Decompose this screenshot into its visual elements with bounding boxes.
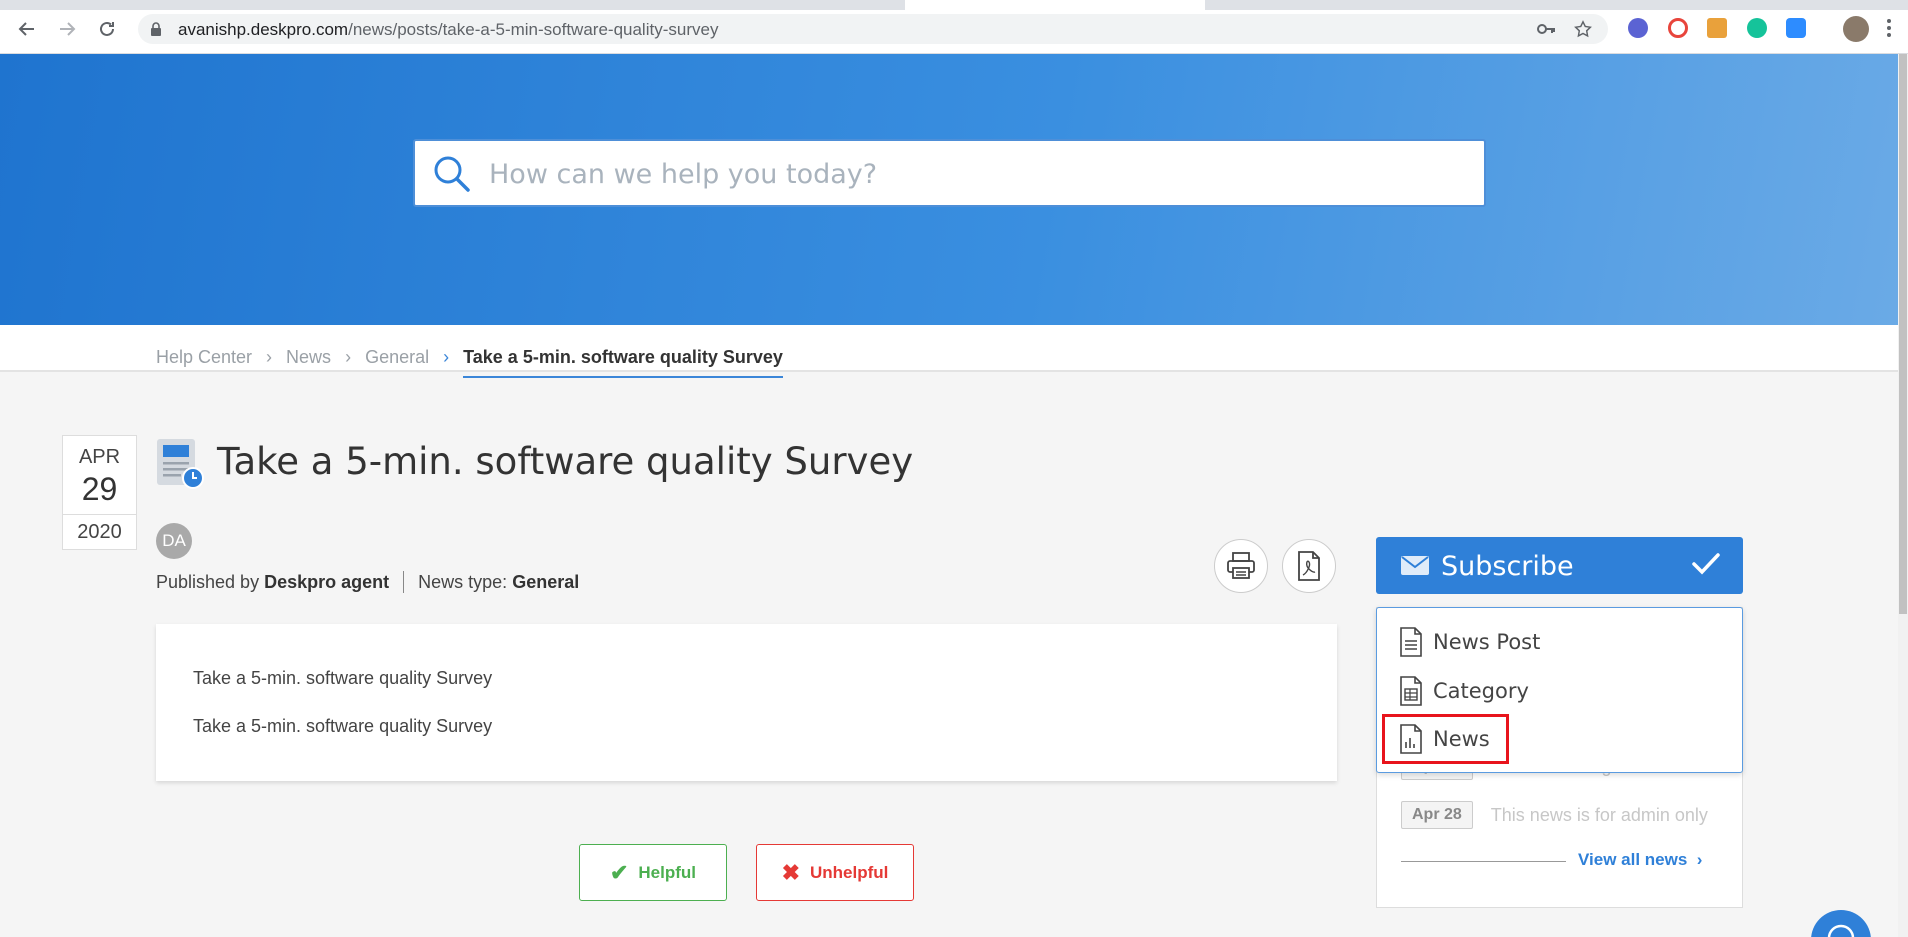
pdf-button[interactable] bbox=[1282, 539, 1336, 593]
scrollbar-thumb[interactable] bbox=[1899, 54, 1907, 614]
breadcrumb-current: Take a 5-min. software quality Survey bbox=[463, 347, 783, 378]
helpful-button[interactable]: ✔ Helpful bbox=[579, 844, 727, 901]
divider bbox=[1401, 861, 1566, 862]
reload-button[interactable] bbox=[94, 16, 120, 42]
page-scrollbar[interactable] bbox=[1898, 54, 1908, 937]
extension-swirl-icon[interactable] bbox=[1668, 18, 1688, 38]
dropdown-item-news-post[interactable]: News Post bbox=[1399, 624, 1540, 660]
dropdown-item-label: Category bbox=[1433, 679, 1529, 703]
meta-divider bbox=[403, 571, 405, 593]
url-text: avanishp.deskpro.com/news/posts/take-a-5… bbox=[178, 20, 719, 39]
view-all-news-link[interactable]: View all news › bbox=[1578, 850, 1702, 870]
reload-icon bbox=[100, 21, 114, 36]
chat-icon bbox=[1827, 924, 1855, 937]
chevron-right-icon: › bbox=[345, 347, 352, 367]
tab-strip bbox=[0, 0, 1908, 10]
checkmark-icon bbox=[1692, 553, 1720, 575]
post-date-day: 29 bbox=[81, 471, 118, 507]
envelope-icon bbox=[1401, 556, 1429, 575]
news-list-item[interactable]: Apr 28 This news is for admin only bbox=[1401, 801, 1708, 829]
print-button[interactable] bbox=[1214, 539, 1268, 593]
table-document-icon bbox=[1400, 676, 1422, 706]
forward-button[interactable] bbox=[54, 16, 80, 42]
search-icon bbox=[434, 156, 470, 192]
post-meta: Published by Deskpro agent News type: Ge… bbox=[156, 571, 579, 593]
chart-document-icon bbox=[1400, 724, 1422, 754]
star-icon[interactable] bbox=[1574, 20, 1592, 38]
pdf-icon bbox=[1298, 551, 1320, 581]
dropdown-item-label: News bbox=[1433, 727, 1490, 751]
checkmark-icon: ✔ bbox=[609, 859, 629, 885]
kebab-menu-icon[interactable] bbox=[1886, 18, 1892, 38]
extension-cards-icon[interactable] bbox=[1707, 18, 1727, 38]
unhelpful-label: Unhelpful bbox=[810, 862, 889, 882]
extension-check-icon[interactable] bbox=[1628, 18, 1648, 38]
chevron-right-icon: › bbox=[1696, 850, 1703, 869]
chevron-right-icon: › bbox=[266, 347, 273, 367]
browser-toolbar: avanishp.deskpro.com/news/posts/take-a-5… bbox=[0, 0, 1908, 54]
breadcrumb: Help Center › News › General › Take a 5-… bbox=[0, 325, 1898, 378]
zoom-icon[interactable] bbox=[1786, 18, 1806, 38]
post-body-paragraph: Take a 5-min. software quality Survey bbox=[193, 668, 493, 688]
news-post-icon bbox=[157, 439, 204, 489]
profile-avatar[interactable] bbox=[1843, 16, 1869, 42]
post-date-month: APR bbox=[78, 446, 121, 468]
chevron-right-icon: › bbox=[443, 347, 450, 367]
author-avatar[interactable]: DA bbox=[156, 523, 192, 559]
chat-widget-button[interactable] bbox=[1811, 910, 1871, 937]
printer-icon bbox=[1227, 552, 1255, 579]
search-box[interactable] bbox=[413, 139, 1486, 207]
page-title: Take a 5-min. software quality Survey bbox=[217, 440, 914, 483]
news-type-label: News type: bbox=[418, 571, 508, 592]
breadcrumb-news[interactable]: News bbox=[286, 347, 331, 368]
dropdown-item-category[interactable]: Category bbox=[1399, 673, 1529, 709]
search-input[interactable] bbox=[489, 155, 1449, 193]
arrow-left-icon bbox=[18, 22, 34, 36]
post-content-card: Take a 5-min. software quality Survey Ta… bbox=[156, 624, 1337, 781]
post-body-paragraph: Take a 5-min. software quality Survey bbox=[193, 716, 493, 736]
lock-icon bbox=[151, 22, 161, 36]
key-icon[interactable] bbox=[1536, 20, 1556, 38]
grammarly-icon[interactable] bbox=[1747, 18, 1767, 38]
breadcrumb-general[interactable]: General bbox=[365, 347, 429, 368]
published-by-label: Published by bbox=[156, 571, 260, 592]
news-item-date: Apr 28 bbox=[1401, 801, 1473, 829]
breadcrumb-help-center[interactable]: Help Center bbox=[156, 347, 252, 368]
author-name: Deskpro agent bbox=[264, 571, 390, 592]
post-date-year: 2020 bbox=[63, 514, 136, 544]
subscribe-dropdown: News Post Category News bbox=[1376, 607, 1743, 773]
post-date-box: APR 29 2020 bbox=[62, 435, 137, 550]
unhelpful-button[interactable]: ✖ Unhelpful bbox=[756, 844, 914, 901]
x-icon: ✖ bbox=[781, 859, 801, 885]
news-type-value: General bbox=[512, 571, 580, 592]
back-button[interactable] bbox=[14, 16, 40, 42]
helpful-label: Helpful bbox=[638, 862, 697, 882]
news-item-title[interactable]: This news is for admin only bbox=[1491, 805, 1708, 826]
document-icon bbox=[1400, 627, 1422, 657]
subscribe-label: Subscribe bbox=[1441, 551, 1574, 582]
arrow-right-icon bbox=[60, 22, 76, 36]
address-bar[interactable]: avanishp.deskpro.com/news/posts/take-a-5… bbox=[138, 14, 1608, 44]
dropdown-item-label: News Post bbox=[1433, 630, 1541, 654]
dropdown-item-news[interactable]: News bbox=[1382, 714, 1509, 764]
subscribe-button[interactable]: Subscribe bbox=[1376, 537, 1743, 594]
active-tab[interactable] bbox=[905, 0, 1205, 10]
